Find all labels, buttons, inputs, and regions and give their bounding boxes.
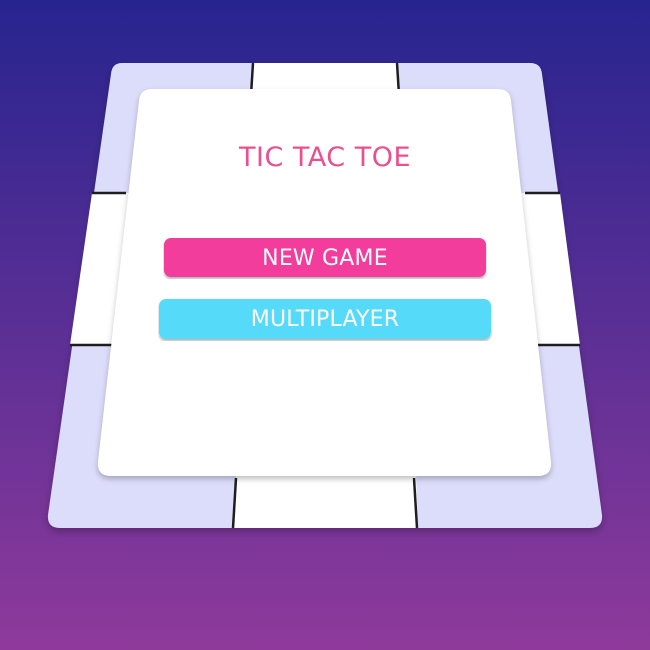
new-game-button[interactable]: NEW GAME <box>163 237 487 279</box>
new-game-label: NEW GAME <box>262 245 388 271</box>
multiplayer-label: MULTIPLAYER <box>250 307 400 332</box>
game-title: TIC TAC TOE <box>238 142 412 173</box>
multiplayer-button[interactable]: MULTIPLAYER <box>158 298 492 341</box>
